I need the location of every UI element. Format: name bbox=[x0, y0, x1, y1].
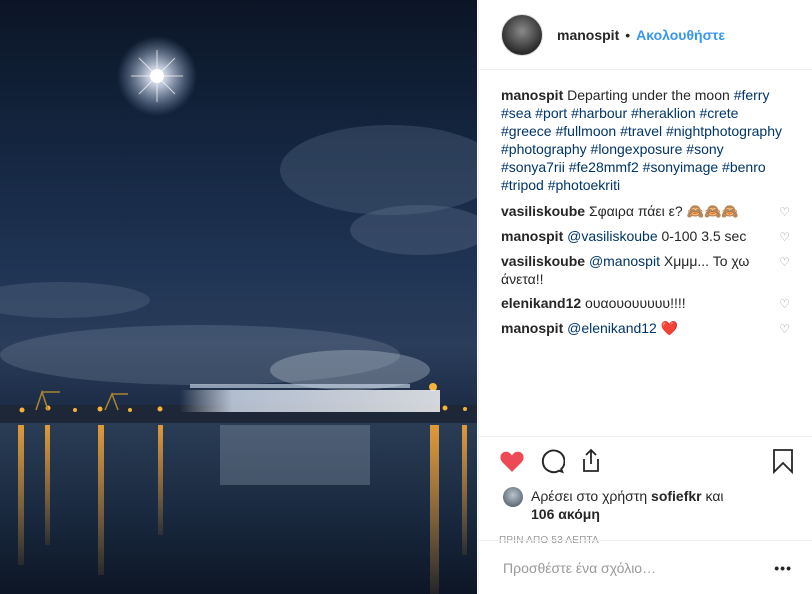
comment-text: ουαουουυυυυ!!!! bbox=[585, 295, 686, 311]
more-options-icon[interactable]: ••• bbox=[774, 560, 792, 576]
post-actions: Αρέσει στο χρήστη sofiefkr και 106 ακόμη… bbox=[479, 436, 812, 546]
comments-section: manospit Departing under the moon #ferry… bbox=[479, 70, 812, 430]
comment-row: manospit @vasiliskoube 0-100 3.5 sec ♡ bbox=[501, 227, 790, 246]
hashtag-link[interactable]: #tripod bbox=[501, 177, 544, 193]
hashtag-link[interactable]: #sony bbox=[686, 141, 723, 157]
comment-username[interactable]: manospit bbox=[501, 228, 563, 244]
comment-row: vasiliskoube Σφαιρα πάει ε? 🙈🙈🙈 ♡ bbox=[501, 202, 790, 221]
likes-summary: Αρέσει στο χρήστη sofiefkr και 106 ακόμη bbox=[499, 487, 794, 523]
comment-text: 0-100 3.5 sec bbox=[661, 228, 747, 244]
heart-filled-icon[interactable] bbox=[499, 449, 525, 473]
likes-prefix: Αρέσει στο χρήστη bbox=[531, 488, 648, 504]
hashtag-link[interactable]: #greece bbox=[501, 123, 552, 139]
comment-text: ❤️ bbox=[660, 320, 679, 336]
add-comment-bar: Προσθέστε ένα σχόλιο… ••• bbox=[479, 540, 812, 594]
caption-text: Departing under the moon bbox=[567, 87, 730, 103]
hashtag-link[interactable]: #ferry bbox=[734, 87, 770, 103]
action-icons bbox=[499, 445, 794, 477]
comment-like-icon[interactable]: ♡ bbox=[778, 252, 790, 288]
hashtag-link[interactable]: #fullmoon bbox=[555, 123, 616, 139]
author-avatar[interactable] bbox=[501, 13, 543, 56]
comment-mention[interactable]: @manospit bbox=[589, 253, 660, 269]
liker-username[interactable]: sofiefkr bbox=[651, 488, 702, 504]
hashtag-link[interactable]: #heraklion bbox=[631, 105, 696, 121]
night-harbour-image bbox=[0, 36, 477, 594]
bookmark-icon[interactable] bbox=[772, 448, 794, 474]
post-side-panel: manospit • Ακολουθήστε manospit Departin… bbox=[478, 0, 812, 594]
comment-like-icon[interactable]: ♡ bbox=[778, 227, 790, 246]
hashtag-link[interactable]: #fe28mmf2 bbox=[569, 159, 639, 175]
comment-username[interactable]: manospit bbox=[501, 320, 563, 336]
post-caption: manospit Departing under the moon #ferry… bbox=[501, 86, 790, 194]
comment-icon[interactable] bbox=[539, 448, 565, 474]
likes-count[interactable]: 106 ακόμη bbox=[531, 506, 600, 522]
hashtag-link[interactable]: #photoekriti bbox=[548, 177, 620, 193]
hashtag-link[interactable]: #longexposure bbox=[591, 141, 683, 157]
hashtag-link[interactable]: #crete bbox=[700, 105, 739, 121]
header-separator: • bbox=[625, 26, 631, 43]
hashtag-link[interactable]: #sonyimage bbox=[643, 159, 719, 175]
post-photo[interactable] bbox=[0, 0, 477, 594]
share-icon[interactable] bbox=[579, 448, 603, 474]
comment-username[interactable]: elenikand12 bbox=[501, 295, 581, 311]
comment-like-icon[interactable]: ♡ bbox=[778, 202, 790, 221]
comment-row: elenikand12 ουαουουυυυυ!!!! ♡ bbox=[501, 294, 790, 313]
hashtag-link[interactable]: #harbour bbox=[571, 105, 627, 121]
hashtag-link[interactable]: #sonya7rii bbox=[501, 159, 565, 175]
comment-mention[interactable]: @elenikand12 bbox=[567, 320, 657, 336]
author-username[interactable]: manospit bbox=[557, 27, 619, 43]
post-header: manospit • Ακολουθήστε bbox=[479, 0, 812, 70]
hashtag-link[interactable]: #nightphotography bbox=[666, 123, 782, 139]
comment-like-icon[interactable]: ♡ bbox=[778, 294, 790, 313]
instagram-post: manospit • Ακολουθήστε manospit Departin… bbox=[0, 0, 812, 594]
hashtag-link[interactable]: #sea bbox=[501, 105, 531, 121]
caption-username[interactable]: manospit bbox=[501, 87, 563, 103]
comment-text: Σφαιρα πάει ε? 🙈🙈🙈 bbox=[588, 203, 739, 219]
hashtag-link[interactable]: #benro bbox=[722, 159, 766, 175]
follow-button[interactable]: Ακολουθήστε bbox=[636, 27, 725, 43]
add-comment-input[interactable]: Προσθέστε ένα σχόλιο… bbox=[503, 560, 656, 576]
hashtag-link[interactable]: #photography bbox=[501, 141, 587, 157]
comment-row: manospit @elenikand12 ❤️ ♡ bbox=[501, 319, 790, 338]
comment-username[interactable]: vasiliskoube bbox=[501, 253, 585, 269]
hashtag-link[interactable]: #travel bbox=[620, 123, 662, 139]
comment-row: vasiliskoube @manospit Χμμμ... Το χω άνε… bbox=[501, 252, 790, 288]
comment-username[interactable]: vasiliskoube bbox=[501, 203, 585, 219]
liker-avatar[interactable] bbox=[503, 487, 523, 507]
comment-like-icon[interactable]: ♡ bbox=[778, 319, 790, 338]
likes-joiner: και bbox=[705, 488, 724, 504]
comment-mention[interactable]: @vasiliskoube bbox=[567, 228, 657, 244]
hashtag-link[interactable]: #port bbox=[535, 105, 567, 121]
